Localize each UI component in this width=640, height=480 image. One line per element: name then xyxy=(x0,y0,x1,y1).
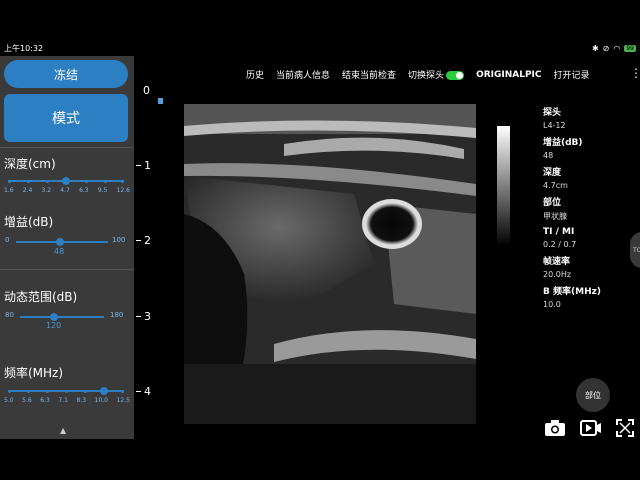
gain-key: 增益(dB) xyxy=(543,138,583,148)
ruler-tick-1: 1 xyxy=(136,159,151,172)
gain-label: 增益(dB) xyxy=(4,215,54,229)
end-exam-button[interactable]: 结束当前检查 xyxy=(342,68,396,81)
fps-value: 20.0Hz xyxy=(543,270,572,279)
depth-value: 4.7cm xyxy=(543,181,568,190)
collapse-arrow-icon[interactable]: ▲ xyxy=(60,426,66,435)
frequency-slider[interactable] xyxy=(8,387,124,395)
probe-orientation-marker xyxy=(158,98,163,104)
gain-value: 48 xyxy=(54,247,65,256)
gain-slider-knob[interactable] xyxy=(56,238,64,246)
depth-slider-knob[interactable] xyxy=(62,177,70,185)
dynamic-range-max: 180 xyxy=(110,311,124,319)
camera-icon[interactable] xyxy=(544,419,566,441)
mode-button[interactable]: 模式 xyxy=(4,94,128,142)
gain-value-readout: 48 xyxy=(543,151,554,160)
site-key: 部位 xyxy=(543,198,562,208)
frequency-label: 频率(MHz) xyxy=(4,366,64,380)
ruler-tick-4: 4 xyxy=(136,385,151,398)
depth-label: 深度(cm) xyxy=(4,157,56,171)
depth-ticks: 1.6 2.4 3.2 4.7 6.3 9.5 12.6 xyxy=(4,187,130,194)
control-sidebar: 冻结 模式 深度(cm) 1.6 2.4 3.2 4.7 6.3 9.5 12.… xyxy=(0,56,134,439)
gain-slider[interactable] xyxy=(16,238,108,246)
dynamic-range-label: 动态范围(dB) xyxy=(4,290,78,304)
probe-value: L4-12 xyxy=(543,121,566,130)
letterbox-bottom xyxy=(0,439,640,480)
battery-icon: 99 xyxy=(624,44,636,52)
info-panel: 探头 L4-12 增益(dB) 48 深度 4.7cm 部位 甲状腺 TI / … xyxy=(543,100,633,309)
fullscreen-icon[interactable] xyxy=(616,419,634,441)
switch-probe-button[interactable]: 切换探头 xyxy=(408,68,465,81)
b-frequency-key: B 频率(MHz) xyxy=(543,287,601,297)
ultrasound-scan-svg xyxy=(184,104,476,424)
probe-toggle[interactable] xyxy=(446,71,465,80)
open-records-button[interactable]: 打开记录 xyxy=(554,68,590,81)
probe-key: 探头 xyxy=(543,108,562,118)
ultrasound-app: 冻结 模式 深度(cm) 1.6 2.4 3.2 4.7 6.3 9.5 12.… xyxy=(0,56,640,439)
dynamic-range-min: 80 xyxy=(5,311,14,319)
timi-key: TI / MI xyxy=(543,227,575,237)
gain-min: 0 xyxy=(5,236,10,244)
grayscale-bar xyxy=(497,126,510,246)
original-pic-button[interactable]: ORIGINALPIC xyxy=(476,70,541,80)
wifi-icon: ◠ xyxy=(613,43,621,53)
frequency-slider-knob[interactable] xyxy=(100,387,108,395)
mute-icon: ⊘ xyxy=(602,43,610,53)
dynamic-range-slider[interactable] xyxy=(20,313,104,321)
bluetooth-icon: ✱ xyxy=(591,43,599,53)
side-chip[interactable]: TO xyxy=(630,232,640,268)
history-button[interactable]: 历史 xyxy=(246,68,264,81)
b-frequency-value: 10.0 xyxy=(543,300,561,309)
depth-key: 深度 xyxy=(543,168,562,178)
status-icons: ✱ ⊘ ◠ 99 xyxy=(592,44,636,53)
top-menu: 历史 当前病人信息 结束当前检查 切换探头 ORIGINALPIC 打开记录 xyxy=(246,68,590,82)
frequency-ticks: 5.0 5.6 6.3 7.1 8.3 10.0 12.5 xyxy=(4,397,130,404)
clock: 上午10:32 xyxy=(4,43,44,53)
divider xyxy=(0,269,134,270)
timi-value: 0.2 / 0.7 xyxy=(543,240,577,249)
gain-max: 100 xyxy=(112,236,126,244)
depth-slider[interactable] xyxy=(8,177,124,185)
more-menu-icon[interactable]: ⋮ xyxy=(630,66,640,80)
site-value: 甲状腺 xyxy=(543,212,567,221)
ultrasound-image[interactable] xyxy=(184,104,476,424)
dynamic-range-value: 120 xyxy=(46,321,62,330)
freeze-button[interactable]: 冻结 xyxy=(4,60,128,88)
bottom-toolbar xyxy=(544,419,634,441)
ruler-tick-2: 2 xyxy=(136,234,151,247)
body-part-button[interactable]: 部位 xyxy=(576,378,610,412)
video-record-icon[interactable] xyxy=(580,419,602,441)
dynamic-range-slider-knob[interactable] xyxy=(50,313,58,321)
patient-info-button[interactable]: 当前病人信息 xyxy=(276,68,330,81)
divider xyxy=(0,147,134,148)
letterbox-top xyxy=(0,0,640,40)
status-bar: 上午10:32 ✱ ⊘ ◠ 99 xyxy=(0,40,640,56)
fps-key: 帧速率 xyxy=(543,257,571,267)
ruler-tick-3: 3 xyxy=(136,310,151,323)
ruler-tick-0: 0 xyxy=(143,84,150,97)
